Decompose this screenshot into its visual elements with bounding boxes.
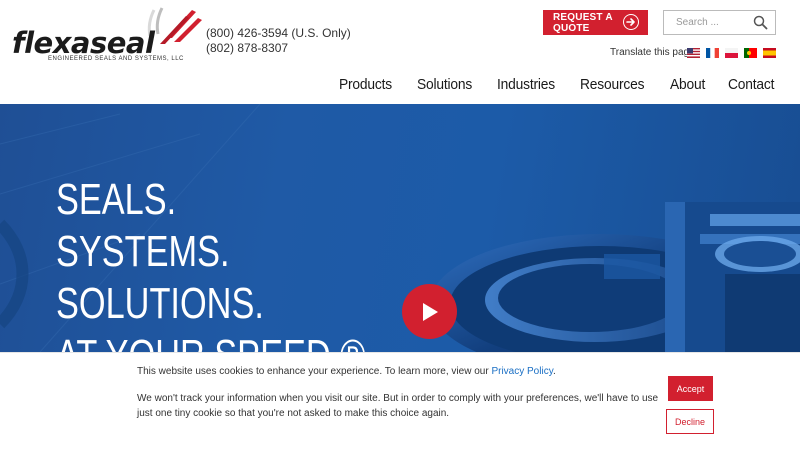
request-quote-button[interactable]: REQUEST A QUOTE xyxy=(543,10,648,35)
fr-flag-icon[interactable] xyxy=(706,48,719,58)
phone-numbers: (800) 426-3594 (U.S. Only) (802) 878-830… xyxy=(206,26,351,56)
translate-label: Translate this page: xyxy=(610,47,698,58)
nav-item-about[interactable]: About xyxy=(670,76,705,93)
site-header: flexaseal ENGINEERED SEALS AND SYSTEMS, … xyxy=(0,0,800,104)
privacy-policy-link[interactable]: Privacy Policy xyxy=(491,366,553,377)
hero-headline: SEALS. SYSTEMS. SOLUTIONS. AT YOUR SPEED… xyxy=(56,174,453,352)
hero-line-3: SOLUTIONS. xyxy=(56,279,264,328)
phone-intl[interactable]: (802) 878-8307 xyxy=(206,41,351,56)
play-video-button[interactable] xyxy=(402,284,457,339)
flexaseal-logo[interactable]: flexaseal ENGINEERED SEALS AND SYSTEMS, … xyxy=(12,4,202,64)
hero-banner: SEALS. SYSTEMS. SOLUTIONS. AT YOUR SPEED… xyxy=(0,104,800,352)
search-input[interactable] xyxy=(664,11,754,34)
search-icon[interactable] xyxy=(753,15,768,30)
arrow-right-circle-icon xyxy=(623,14,639,30)
cookie-notice-text: This website uses cookies to enhance you… xyxy=(137,366,556,377)
phone-us[interactable]: (800) 426-3594 (U.S. Only) xyxy=(206,26,351,41)
nav-item-industries[interactable]: Industries xyxy=(497,76,555,93)
cookie-banner: This website uses cookies to enhance you… xyxy=(0,352,800,450)
pt-flag-icon[interactable] xyxy=(744,48,757,58)
accept-cookies-button[interactable]: Accept xyxy=(668,376,713,401)
logo-wordmark: flexaseal xyxy=(12,26,155,60)
nav-item-contact[interactable]: Contact xyxy=(728,76,774,93)
language-flags xyxy=(687,48,776,58)
main-nav: Products Solutions Industries Resources … xyxy=(319,76,778,93)
logo-tagline: ENGINEERED SEALS AND SYSTEMS, LLC xyxy=(48,56,184,62)
cookie-preference-text: We won't track your information when you… xyxy=(137,393,659,419)
hero-line-2: SYSTEMS. xyxy=(56,227,230,276)
es-flag-icon[interactable] xyxy=(763,48,776,58)
decline-cookies-button[interactable]: Decline xyxy=(666,409,714,434)
play-icon xyxy=(422,302,438,321)
nav-item-solutions[interactable]: Solutions xyxy=(417,76,472,93)
hero-line-1: SEALS. xyxy=(56,175,177,224)
hero-line-4: AT YOUR SPEED ® xyxy=(56,330,365,352)
nav-item-resources[interactable]: Resources xyxy=(580,76,644,93)
cookie-notice-suffix: . xyxy=(552,366,556,377)
cookie-notice-prefix: This website uses cookies to enhance you… xyxy=(137,366,489,377)
nav-item-products[interactable]: Products xyxy=(339,76,392,93)
pl-flag-icon[interactable] xyxy=(725,48,738,58)
search-box xyxy=(663,10,776,35)
us-flag-icon[interactable] xyxy=(687,48,700,58)
